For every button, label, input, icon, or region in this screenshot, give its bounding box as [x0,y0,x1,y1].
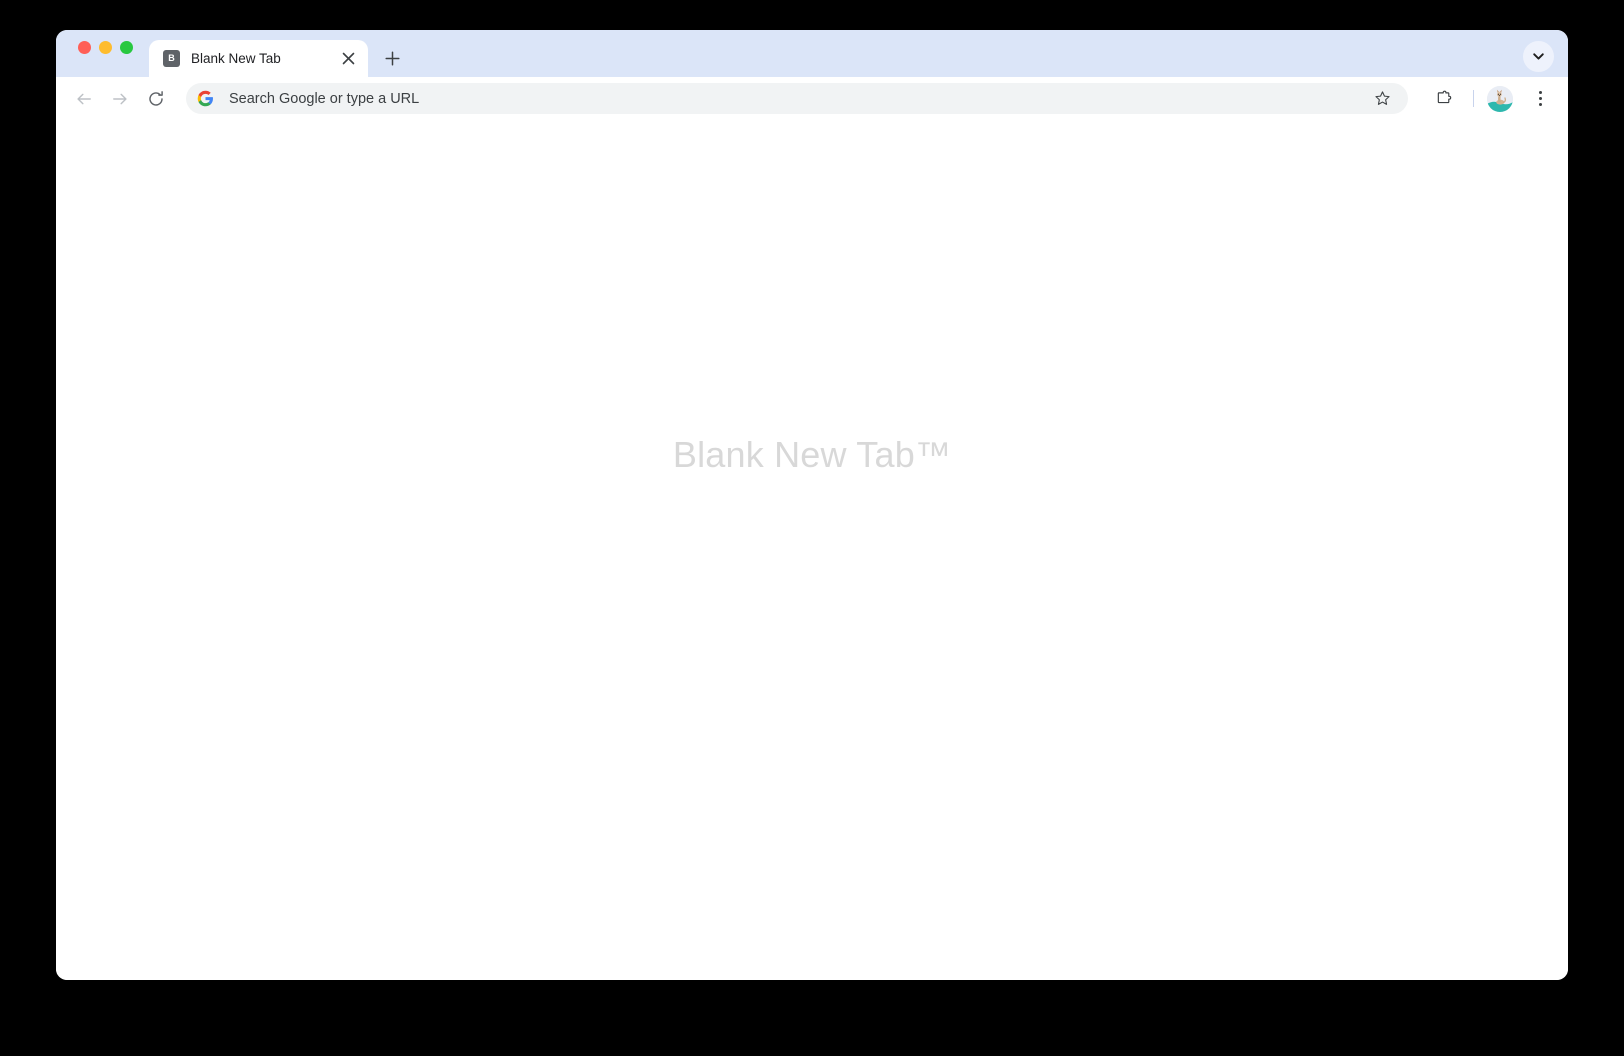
browser-window: B Blank New Tab Search Google or type a … [56,30,1568,980]
google-g-icon [197,90,214,107]
arrow-right-icon [113,93,127,104]
tab-blank-new-tab[interactable]: B Blank New Tab [149,40,368,77]
puzzle-piece-icon [1437,90,1452,103]
menu-dot [1538,103,1542,106]
forward-button[interactable] [105,84,135,114]
toolbar-divider [1473,90,1474,107]
address-bar-placeholder: Search Google or type a URL [229,90,420,107]
arrow-left-icon [77,93,91,104]
close-icon[interactable] [337,48,359,70]
browser-toolbar: Search Google or type a URL [56,77,1568,121]
menu-dot [1538,91,1542,94]
address-bar[interactable]: Search Google or type a URL [186,83,1408,114]
page-content-area: Blank New Tab™ [56,121,1568,980]
back-button[interactable] [69,84,99,114]
tab-title: Blank New Tab [191,51,281,66]
chevron-down-icon [1533,53,1544,60]
window-maximize-button[interactable] [120,40,133,54]
reload-button[interactable] [141,84,171,114]
tab-strip: B Blank New Tab [56,30,1568,77]
extensions-button[interactable] [1430,84,1460,114]
tab-search-button[interactable] [1523,41,1554,72]
window-minimize-button[interactable] [99,40,112,54]
window-close-button[interactable] [78,40,91,54]
page-watermark: Blank New Tab™ [672,434,952,475]
tab-list: B Blank New Tab [149,30,407,77]
new-tab-button[interactable] [377,43,407,73]
window-controls [72,30,149,77]
three-dot-menu-icon[interactable] [1526,85,1554,113]
plus-icon [384,50,400,66]
reload-icon [149,90,163,106]
menu-dot [1538,97,1542,100]
tab-favicon-icon: B [163,50,180,67]
star-icon[interactable] [1368,85,1396,113]
profile-avatar-icon[interactable] [1487,85,1513,112]
